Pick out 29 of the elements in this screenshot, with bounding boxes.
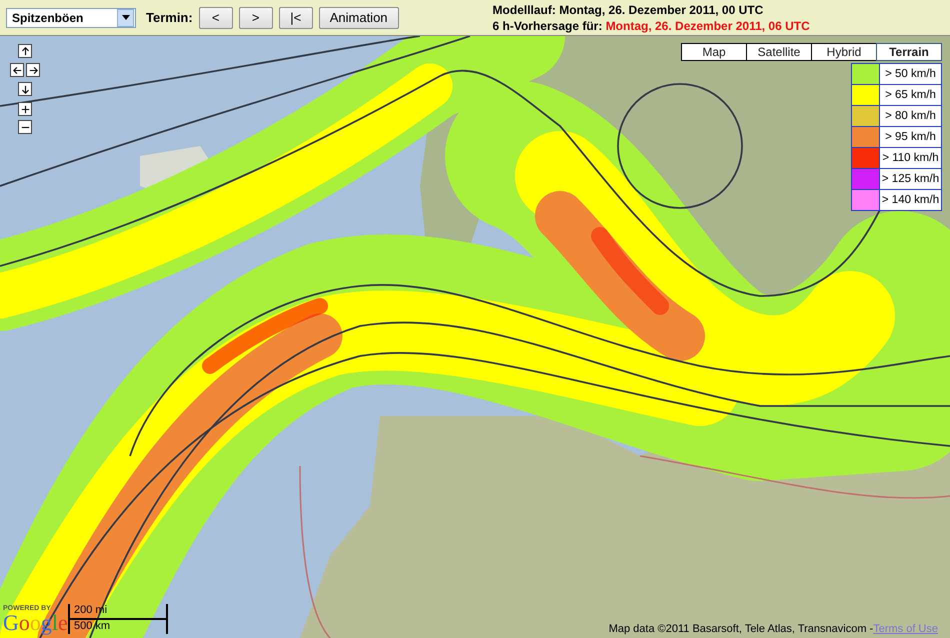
- animation-button[interactable]: Animation: [318, 6, 399, 28]
- zoom-out-icon[interactable]: [18, 120, 32, 134]
- pan-right-icon[interactable]: [26, 63, 40, 77]
- legend-label: > 95 km/h: [880, 127, 941, 147]
- scale-kilometers: 500 km: [74, 620, 110, 632]
- pan-up-icon[interactable]: [18, 44, 32, 58]
- forecast-time: Montag, 26. Dezember 2011, 06 UTC: [606, 18, 810, 32]
- termin-label: Termin:: [146, 10, 193, 25]
- first-button[interactable]: |<: [278, 6, 313, 28]
- map-type-button[interactable]: Terrain: [876, 43, 942, 61]
- previous-button[interactable]: <: [198, 6, 233, 28]
- attribution-text: Map data ©2011 Basarsoft, Tele Atlas, Transnavicom -: [608, 623, 874, 635]
- zoom-in-icon[interactable]: [18, 102, 32, 116]
- legend-label: > 125 km/h: [880, 169, 941, 189]
- legend-label: > 65 km/h: [880, 85, 941, 105]
- map-type-button[interactable]: Satellite: [746, 43, 812, 61]
- legend-label: > 50 km/h: [880, 64, 941, 84]
- map-type-button[interactable]: Map: [681, 43, 747, 61]
- pan-down-icon[interactable]: [18, 82, 32, 96]
- forecast-label: 6 h-Vorhersage für:: [492, 18, 602, 32]
- next-button[interactable]: >: [238, 6, 273, 28]
- model-run-text: Modelllauf: Montag, 26. Dezember 2011, 00 UTC: [492, 2, 764, 18]
- pan-left-icon[interactable]: [10, 63, 24, 77]
- product-select[interactable]: Spitzenböen: [6, 8, 136, 28]
- legend-label: > 80 km/h: [880, 106, 941, 126]
- legend-label: > 140 km/h: [880, 190, 941, 210]
- scale-miles: 200 mi: [74, 604, 108, 616]
- map-type-button[interactable]: Hybrid: [811, 43, 877, 61]
- legend-label: > 110 km/h: [880, 148, 941, 168]
